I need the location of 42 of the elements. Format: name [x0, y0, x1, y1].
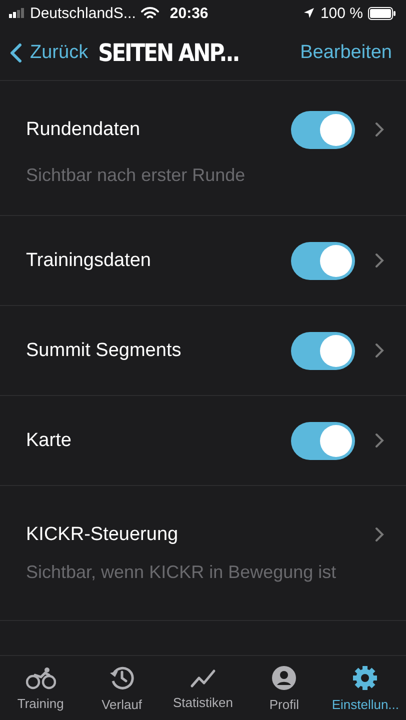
chevron-icon	[375, 343, 384, 358]
settings-row[interactable]: KICKR-Steuerung Sichtbar, wenn KICKR in Bewegung ist	[0, 486, 406, 621]
settings-row[interactable]: Rundendaten Sichtbar nach erster Runde	[0, 81, 406, 216]
wifi-icon	[140, 6, 159, 20]
history-icon	[108, 664, 135, 690]
chevron-icon	[375, 433, 384, 448]
chart-line-icon	[190, 666, 216, 688]
chevron-icon	[375, 122, 384, 137]
tab-item[interactable]: Profil	[244, 656, 325, 720]
chevron-icon	[375, 527, 384, 542]
signal-icon	[9, 8, 25, 18]
carrier-name: DeutschlandS...	[30, 4, 136, 22]
settings-icon	[352, 664, 378, 690]
row-note: Sichtbar nach erster Runde	[26, 164, 246, 186]
battery-icon	[368, 6, 396, 20]
back-chevron-icon	[10, 43, 22, 63]
toggle-switch[interactable]	[291, 422, 355, 460]
row-label: KICKR-Steuerung	[26, 524, 180, 546]
row-label: Rundendaten	[26, 118, 142, 140]
settings-row[interactable]: Karte	[0, 396, 406, 486]
bicycle-icon	[26, 666, 56, 690]
edit-button[interactable]: Bearbeiten	[300, 42, 392, 64]
toggle-switch[interactable]	[291, 242, 355, 280]
battery-percent: 100 %	[320, 4, 363, 22]
tab-item[interactable]: Training	[0, 656, 82, 720]
row-label: Summit Segments	[26, 340, 182, 362]
profile-icon	[271, 664, 298, 690]
back-button[interactable]: Zurück	[10, 42, 88, 64]
chevron-icon	[375, 253, 384, 268]
tab-item[interactable]: Einstellun...	[324, 656, 406, 720]
settings-row[interactable]: Trainingsdaten	[0, 216, 406, 306]
row-label: Karte	[26, 430, 72, 452]
tab-item[interactable]: Statistiken	[162, 656, 244, 720]
toggle-switch[interactable]	[291, 332, 355, 370]
clock-time: 20:36	[170, 4, 208, 22]
toggle-switch[interactable]	[291, 110, 355, 148]
row-label: Trainingsdaten	[26, 250, 152, 272]
location-icon	[303, 7, 316, 19]
settings-row[interactable]: Summit Segments	[0, 306, 406, 396]
row-note: Sichtbar, wenn KICKR in Bewegung ist	[26, 562, 338, 582]
tab-item[interactable]: Verlauf	[81, 656, 162, 720]
page-title: SEITEN ANP...	[98, 39, 240, 67]
